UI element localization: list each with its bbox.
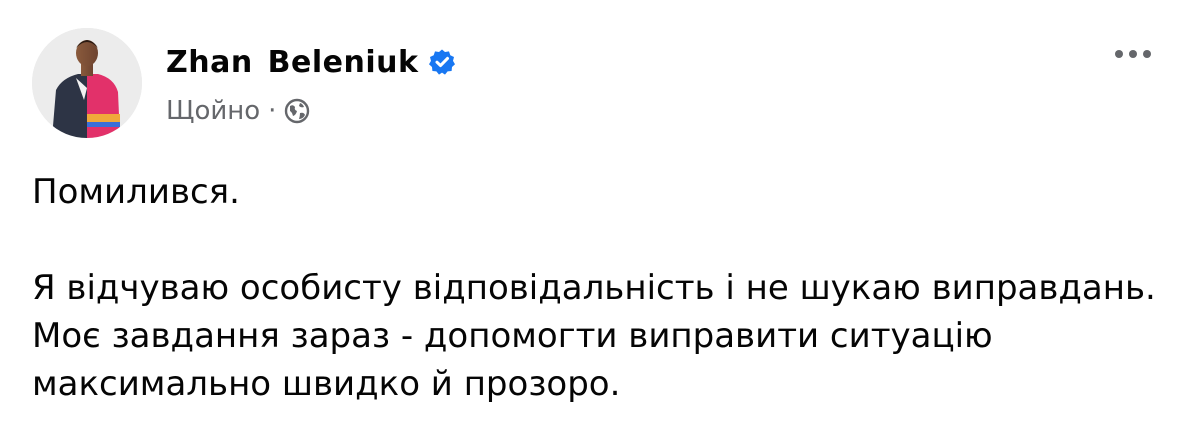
globe-icon[interactable] (284, 98, 310, 124)
post-text-paragraph2: Я відчуваю особисту відповідальність і н… (32, 268, 1156, 404)
facebook-post: Zhan Beleniuk Щойно · Помилився. Я відчу… (0, 0, 1200, 441)
meta-separator: · (268, 96, 277, 126)
avatar[interactable] (32, 28, 142, 138)
verified-badge-icon (428, 48, 456, 76)
post-meta: Щойно · (166, 94, 456, 128)
author-row: Zhan Beleniuk (166, 42, 456, 82)
post-text-line1: Помилився. (32, 172, 240, 212)
post-body: Помилився. Я відчуваю особисту відповіда… (32, 168, 1162, 408)
post-timestamp[interactable]: Щойно (166, 96, 260, 126)
avatar-image (32, 28, 142, 138)
post-header: Zhan Beleniuk Щойно · (32, 28, 1168, 138)
more-options-icon[interactable] (1106, 34, 1160, 74)
author-block: Zhan Beleniuk Щойно · (166, 42, 456, 128)
author-name[interactable]: Zhan Beleniuk (166, 45, 418, 80)
